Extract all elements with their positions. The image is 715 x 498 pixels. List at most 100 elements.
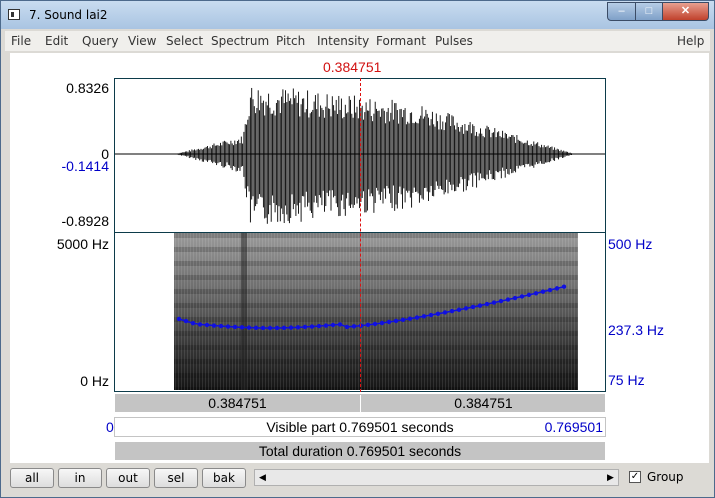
menu-pulses[interactable]: Pulses: [435, 34, 473, 48]
pitch-point: [295, 325, 301, 330]
time-cursor[interactable]: [360, 78, 361, 392]
group-checkbox[interactable]: ✓: [629, 471, 641, 483]
pitch-point: [260, 325, 266, 331]
pitch-point: [519, 294, 525, 299]
pitch-point: [372, 321, 378, 327]
pitch-point: [239, 325, 245, 330]
bak-button[interactable]: bak: [202, 468, 246, 488]
praat-sound-window: 7. Sound lai2 – □ ✕ File Edit Query View…: [0, 0, 715, 498]
pitch-point: [218, 323, 224, 329]
minimize-button[interactable]: –: [607, 2, 636, 21]
waveform-signal: [175, 87, 575, 224]
visible-part-bar[interactable]: 0 Visible part 0.769501 seconds 0.769501: [106, 417, 606, 437]
pitch-point: [253, 325, 259, 331]
pitch-point: [330, 322, 336, 328]
pitch-point: [554, 286, 560, 291]
sel-button[interactable]: sel: [154, 468, 198, 488]
pitch-point: [484, 301, 490, 307]
pitch-point: [498, 298, 504, 304]
menu-select[interactable]: Select: [166, 34, 203, 48]
menu-help[interactable]: Help: [677, 34, 704, 48]
pitch-point: [463, 306, 469, 311]
window-icon: [8, 9, 20, 20]
cursor-time-label: 0.384751: [323, 59, 382, 75]
menu-edit[interactable]: Edit: [45, 34, 68, 48]
in-button[interactable]: in: [58, 468, 102, 488]
pitch-point: [204, 322, 210, 328]
pitch-point: [379, 320, 385, 326]
scroll-right-arrow-icon[interactable]: ▶: [603, 470, 618, 485]
out-button[interactable]: out: [106, 468, 150, 488]
pitch-point: [225, 324, 231, 329]
pitch-point: [435, 311, 441, 316]
pitch-point: [400, 317, 406, 323]
pitch-point: [526, 292, 532, 298]
pitch-point: [337, 322, 343, 327]
visible-part-label: Visible part 0.769501 seconds: [266, 419, 454, 435]
visible-start-label: 0: [106, 419, 114, 435]
pitch-top-label: 500 Hz: [608, 236, 653, 252]
close-button[interactable]: ✕: [662, 2, 709, 21]
pitch-point: [561, 284, 567, 289]
menu-formant[interactable]: Formant: [376, 34, 426, 48]
pitch-point: [211, 323, 217, 328]
bottom-toolbar: all in out sel bak ◀ ▶ ✓ Group: [5, 465, 710, 493]
pitch-point: [442, 310, 448, 315]
pitch-point: [267, 325, 273, 331]
pitch-point: [386, 319, 392, 325]
pitch-bottom-label: 75 Hz: [608, 372, 645, 388]
pitch-point: [316, 323, 322, 329]
waveform-ymax-label: 0.8326: [66, 80, 109, 96]
total-duration-bar[interactable]: Total duration 0.769501 seconds: [114, 441, 606, 461]
pitch-point: [281, 325, 287, 331]
spectrogram-fmax-label: 5000 Hz: [56, 236, 109, 252]
pitch-point: [421, 314, 427, 319]
pitch-point: [190, 321, 196, 326]
pitch-point: [274, 325, 280, 331]
pitch-point: [491, 300, 497, 305]
pitch-point: [456, 307, 462, 312]
cursor-right-segment[interactable]: 0.384751: [361, 395, 606, 411]
menu-spectrum[interactable]: Spectrum: [211, 34, 269, 48]
pitch-point: [414, 315, 420, 320]
title-bar: 7. Sound lai2 – □ ✕: [1, 1, 714, 29]
menu-intensity[interactable]: Intensity: [317, 34, 369, 48]
pitch-point: [197, 322, 203, 327]
pitch-point: [470, 304, 476, 310]
pitch-point: [428, 312, 434, 318]
menu-query[interactable]: Query: [82, 34, 118, 48]
time-scrollbar[interactable]: ◀ ▶: [254, 469, 619, 486]
total-duration-label: Total duration 0.769501 seconds: [258, 443, 462, 459]
spectrogram-glottal-striations: [174, 233, 578, 390]
group-label: Group: [647, 470, 684, 484]
pitch-point: [344, 324, 350, 330]
window-title: 7. Sound lai2: [29, 8, 108, 22]
maximize-button[interactable]: □: [635, 2, 663, 21]
pitch-point: [407, 316, 413, 321]
pitch-point: [365, 322, 371, 328]
menu-view[interactable]: View: [128, 34, 156, 48]
menu-file[interactable]: File: [11, 34, 31, 48]
waveform-cursor-value-label: -0.1414: [61, 158, 109, 174]
pitch-point: [309, 324, 315, 329]
pitch-point: [533, 291, 539, 296]
pitch-point: [449, 308, 455, 314]
spectrogram-onset: [241, 233, 247, 390]
spectrogram-fmin-label: 0 Hz: [80, 373, 109, 389]
menu-pitch[interactable]: Pitch: [276, 34, 305, 48]
pitch-point: [183, 318, 189, 324]
pitch-point: [323, 323, 329, 328]
cursor-time-bar[interactable]: 0.384751 0.384751: [114, 393, 606, 413]
menu-bar: File Edit Query View Select Spectrum Pit…: [5, 31, 710, 51]
all-button[interactable]: all: [10, 468, 54, 488]
sound-editor-area[interactable]: 0.384751 0.8326 0 -0.1414 -0.8928 5000 H…: [10, 53, 709, 463]
pitch-point: [176, 316, 182, 322]
pitch-point: [547, 287, 553, 293]
cursor-left-segment[interactable]: 0.384751: [115, 395, 361, 413]
pitch-point: [505, 297, 511, 302]
scroll-left-arrow-icon[interactable]: ◀: [255, 470, 270, 485]
pitch-point: [477, 303, 483, 308]
pitch-point: [288, 325, 294, 330]
waveform-ymin-label: -0.8928: [61, 213, 109, 229]
pitch-point: [351, 324, 357, 329]
